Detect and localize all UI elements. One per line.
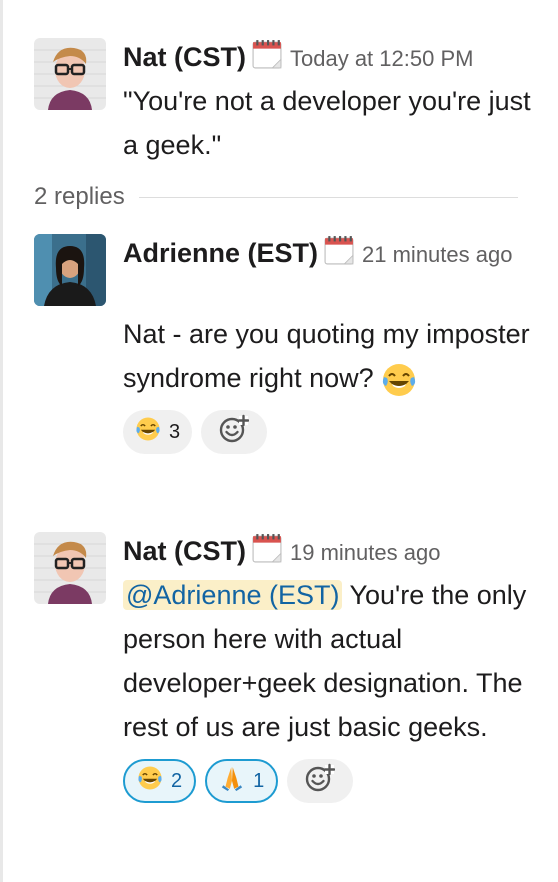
message-text: "You're not a developer you're just a ge…: [123, 86, 531, 160]
timestamp[interactable]: 19 minutes ago: [290, 540, 440, 565]
add-reaction-button[interactable]: [287, 759, 354, 803]
reactions-bar: 3: [123, 410, 538, 454]
reaction-joy[interactable]: 2: [123, 759, 197, 803]
calendar-icon: [252, 533, 282, 573]
calendar-icon: [252, 39, 282, 79]
timestamp[interactable]: 21 minutes ago: [362, 242, 512, 267]
replies-divider: 2 replies: [34, 182, 518, 212]
avatar-adrienne[interactable]: [34, 234, 106, 306]
author-name[interactable]: Nat (CST): [123, 42, 246, 72]
avatar-nat[interactable]: [34, 532, 106, 604]
message: Nat (CST) 19 minutes ago @Adrienne (EST) …: [34, 532, 544, 852]
joy-emoji: [135, 416, 161, 448]
reaction-joy[interactable]: 3: [123, 410, 193, 454]
joy-emoji: [381, 362, 417, 398]
message-text: Nat - are you quoting my imposter syndro…: [123, 319, 530, 393]
reactions-bar: 2 1: [123, 759, 538, 803]
timestamp[interactable]: Today at 12:50 PM: [290, 46, 473, 71]
reaction-count: 1: [253, 769, 265, 792]
avatar-nat[interactable]: [34, 38, 106, 110]
replies-count: 2 replies: [34, 183, 125, 210]
joy-emoji: [137, 765, 163, 797]
author-name[interactable]: Adrienne (EST): [123, 238, 318, 268]
add-reaction-icon: [219, 414, 249, 450]
reaction-count: 3: [169, 420, 181, 443]
message: Nat (CST) Today at 12:50 PM "You're not a…: [34, 38, 544, 168]
author-name[interactable]: Nat (CST): [123, 536, 246, 566]
add-reaction-button[interactable]: [201, 410, 268, 454]
calendar-icon: [324, 235, 354, 275]
pray-emoji: [219, 765, 245, 797]
reaction-pray[interactable]: 1: [205, 759, 279, 803]
thread-left-rule: [0, 0, 3, 882]
divider-line: [138, 196, 518, 198]
user-mention[interactable]: @Adrienne (EST): [123, 580, 343, 610]
message: Adrienne (EST) 21 minutes ago Nat - are y…: [34, 234, 544, 504]
reaction-count: 2: [171, 769, 183, 792]
add-reaction-icon: [305, 763, 335, 799]
